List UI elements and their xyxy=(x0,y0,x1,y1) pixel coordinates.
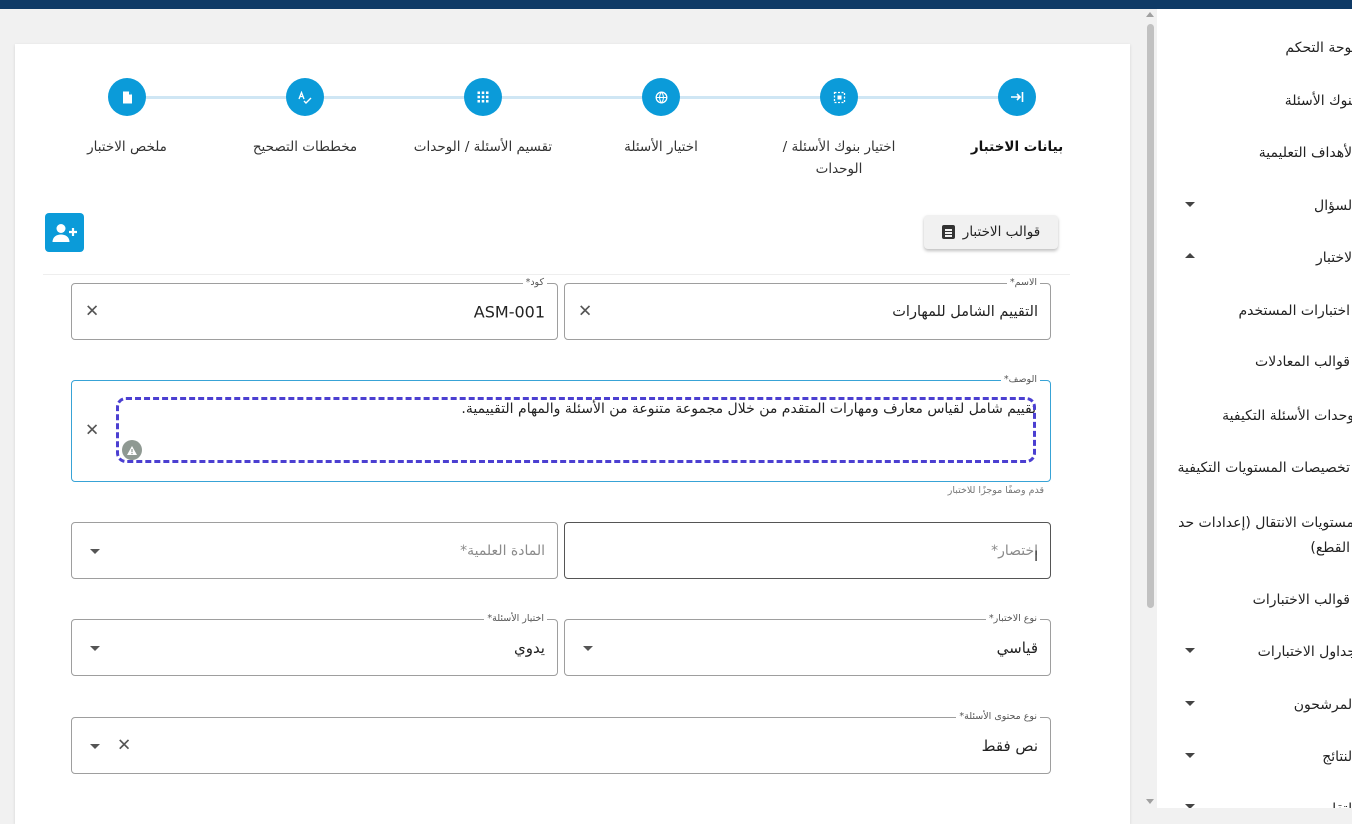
clear-code-icon[interactable]: ✕ xyxy=(85,303,99,320)
step-4-distribute[interactable] xyxy=(464,78,502,116)
sidebar-item-adaptive-levels[interactable]: تخصيصات المستويات التكيفية xyxy=(1178,457,1350,479)
sidebar-item-adaptive-units[interactable]: وحدات الأسئلة التكيفية xyxy=(1222,405,1352,427)
chevron-down-icon[interactable] xyxy=(1185,804,1195,808)
abbreviation-field[interactable]: اختصار* ا xyxy=(564,522,1051,579)
clear-content-type-icon[interactable]: ✕ xyxy=(117,737,131,754)
sidebar-item-question-banks[interactable]: بنوك الأسئلة xyxy=(1285,90,1352,112)
question-selection-select[interactable]: اختيار الأسئلة* يدوي xyxy=(71,613,558,676)
step-2-question-banks[interactable] xyxy=(820,78,858,116)
exam-type-label: نوع الاختبار* xyxy=(985,613,1040,625)
chevron-down-icon[interactable] xyxy=(1185,648,1195,653)
sidebar-item-transition-levels[interactable]: مستويات الانتقال (إعدادات حد xyxy=(1178,512,1352,534)
question-selection-value: يدوي xyxy=(513,638,545,657)
subject-placeholder: المادة العلمية* xyxy=(460,542,545,559)
sidebar-item-results[interactable]: النتائج xyxy=(1322,746,1352,768)
chevron-up-icon[interactable] xyxy=(1185,253,1195,258)
step-3-select-questions[interactable] xyxy=(642,78,680,116)
add-user-button[interactable] xyxy=(45,213,84,252)
sidebar-item-exam[interactable]: الاختبار xyxy=(1316,247,1352,269)
sidebar-item-equation-templates[interactable]: قوالب المعادلات xyxy=(1255,351,1350,373)
highlight-annotation xyxy=(116,397,1036,463)
code-label: كود* xyxy=(522,277,547,289)
step-label-5[interactable]: مخططات التصحيح xyxy=(230,136,380,158)
question-selection-label: اختيار الأسئلة* xyxy=(484,613,547,625)
chevron-down-icon[interactable] xyxy=(1185,202,1195,207)
top-app-bar xyxy=(0,0,1352,9)
step-label-4[interactable]: تقسيم الأسئلة / الوحدات xyxy=(408,136,558,158)
sidebar-item-exam-templates[interactable]: قوالب الاختبارات xyxy=(1253,589,1350,611)
sidebar-item-user-exams[interactable]: اختبارات المستخدم xyxy=(1238,300,1350,322)
chevron-down-icon[interactable] xyxy=(1185,701,1195,706)
description-hint: قدم وصفًا موجزًا للاختبار xyxy=(947,485,1044,496)
sidebar-nav: لوحة التحكم بنوك الأسئلة الأهداف التعليم… xyxy=(1157,9,1352,808)
content-type-select[interactable]: نوع محتوى الأسئلة* نص فقط ✕ xyxy=(71,711,1051,774)
chevron-down-icon xyxy=(90,548,100,554)
chevron-down-icon xyxy=(90,645,100,651)
step-5-grading[interactable] xyxy=(286,78,324,116)
exam-templates-button[interactable]: قوالب الاختبار xyxy=(924,215,1058,249)
subject-select[interactable]: المادة العلمية* xyxy=(71,522,558,579)
grid-icon xyxy=(477,91,489,103)
step-label-1[interactable]: بيانات الاختبار xyxy=(942,136,1092,158)
name-field[interactable]: الاسم* التقييم الشامل للمهارات ✕ xyxy=(564,277,1051,340)
step-label-2[interactable]: اختيار بنوك الأسئلة / الوحدات xyxy=(764,136,914,180)
chevron-down-icon xyxy=(90,743,100,749)
sidebar-item-exam-schedules[interactable]: جداول الاختبارات xyxy=(1258,641,1352,663)
stepper-connector xyxy=(126,96,1018,99)
sidebar-item-question[interactable]: السؤال xyxy=(1314,195,1352,217)
sidebar-item-reports[interactable]: التقارير xyxy=(1314,798,1352,808)
article-icon xyxy=(941,225,955,239)
exam-type-select[interactable]: نوع الاختبار* قياسي xyxy=(564,613,1051,676)
content-type-value: نص فقط xyxy=(981,736,1038,755)
step-label-3[interactable]: اختيار الأسئلة xyxy=(586,136,736,158)
bank-select-icon xyxy=(833,91,845,103)
content-type-label: نوع محتوى الأسئلة* xyxy=(956,711,1040,723)
code-field[interactable]: كود* ASM-001 ✕ xyxy=(71,277,558,340)
section-divider xyxy=(43,274,1070,275)
step-6-summary[interactable] xyxy=(108,78,146,116)
sidebar-item-objectives[interactable]: الأهداف التعليمية xyxy=(1259,142,1352,164)
scroll-up-icon[interactable] xyxy=(1146,12,1154,17)
abbreviation-placeholder: اختصار* xyxy=(991,543,1038,559)
sidebar-item-transition-levels-cont[interactable]: القطع) xyxy=(1310,537,1350,559)
sidebar-item-dashboard[interactable]: لوحة التحكم xyxy=(1285,37,1352,59)
person-add-icon xyxy=(52,223,77,242)
abbreviation-value: ا xyxy=(1034,549,1038,565)
description-label: الوصف* xyxy=(1000,374,1040,386)
code-value: ASM-001 xyxy=(473,302,545,321)
sidebar-item-candidates[interactable]: المرشحون xyxy=(1294,694,1352,716)
step-1-test-data[interactable] xyxy=(998,78,1036,116)
scroll-down-icon[interactable] xyxy=(1146,799,1154,804)
chevron-down-icon xyxy=(583,645,593,651)
clear-name-icon[interactable]: ✕ xyxy=(578,303,592,320)
arrow-right-to-bar-icon xyxy=(1011,92,1024,102)
chevron-down-icon[interactable] xyxy=(1185,753,1195,758)
templates-label: قوالب الاختبار xyxy=(962,224,1041,240)
globe-icon xyxy=(655,91,667,103)
scrollbar-thumb[interactable] xyxy=(1147,24,1154,608)
step-label-6[interactable]: ملخص الاختبار xyxy=(52,136,202,158)
exam-type-value: قياسي xyxy=(996,638,1038,657)
document-icon xyxy=(122,91,132,103)
name-label: الاسم* xyxy=(1006,277,1040,289)
clear-description-icon[interactable]: ✕ xyxy=(85,422,99,440)
spellcheck-icon xyxy=(298,90,312,104)
warning-icon xyxy=(122,440,142,460)
name-value: التقييم الشامل للمهارات xyxy=(892,303,1038,320)
